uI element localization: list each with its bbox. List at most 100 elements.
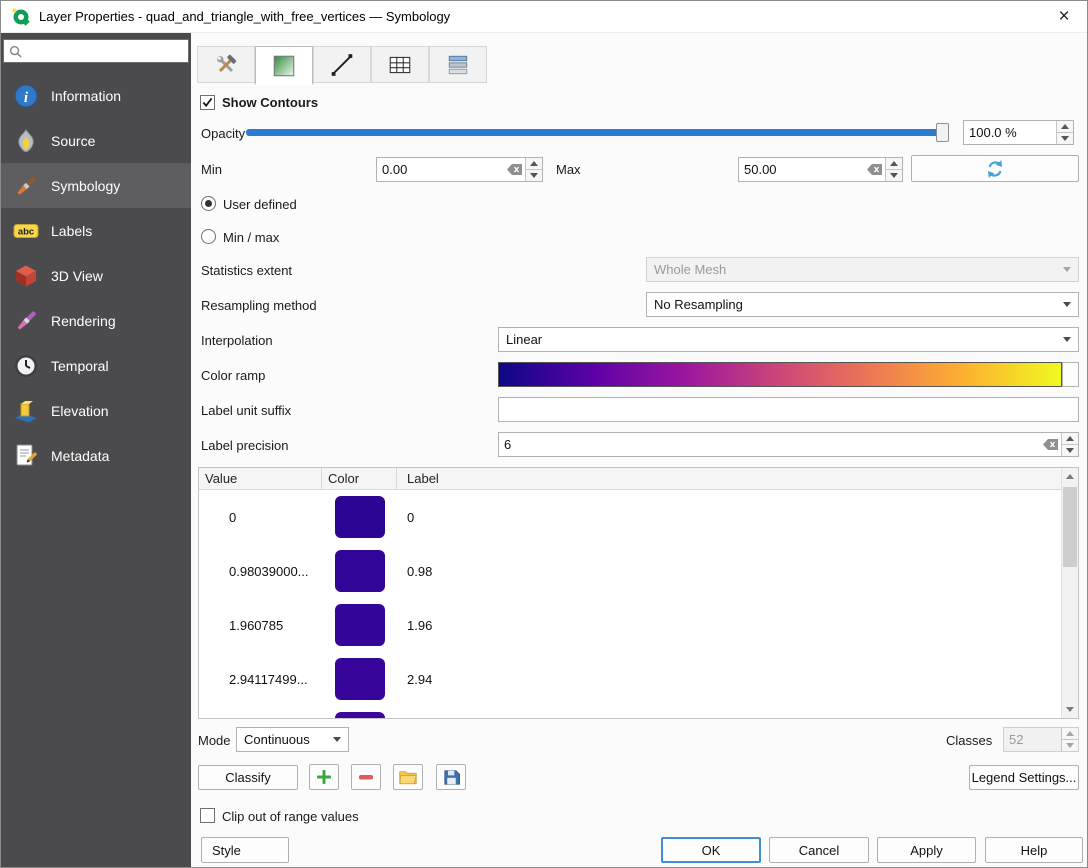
title-bar: Layer Properties - quad_and_triangle_wit… xyxy=(1,1,1087,33)
table-scrollbar[interactable] xyxy=(1061,468,1078,718)
tab-contours[interactable] xyxy=(255,46,313,85)
sidebar-item-labels[interactable]: abc Labels xyxy=(1,208,191,253)
interpolation-combo[interactable]: Linear xyxy=(498,327,1079,352)
sidebar: i Information Source xyxy=(1,33,191,868)
sidebar-item-elevation[interactable]: Elevation xyxy=(1,388,191,433)
minus-icon xyxy=(358,769,374,785)
clip-out-of-range-checkbox[interactable] xyxy=(200,808,215,823)
legend-settings-button[interactable]: Legend Settings... xyxy=(969,765,1079,790)
classify-button[interactable]: Classify xyxy=(198,765,298,790)
table-row[interactable]: 0.98039000... 0.98 xyxy=(199,544,1061,598)
sidebar-item-information[interactable]: i Information xyxy=(1,73,191,118)
show-contours-checkbox[interactable] xyxy=(200,95,215,110)
save-classes-button[interactable] xyxy=(436,764,466,790)
label-unit-suffix-field[interactable] xyxy=(498,397,1079,422)
label-precision-field[interactable] xyxy=(498,432,1079,457)
column-header-value[interactable]: Value xyxy=(199,468,322,489)
spin-down-icon[interactable] xyxy=(526,169,542,181)
min-max-radio[interactable] xyxy=(201,229,216,244)
help-button[interactable]: Help xyxy=(985,837,1083,863)
statistics-extent-label: Statistics extent xyxy=(201,263,292,278)
load-classes-button[interactable] xyxy=(393,764,423,790)
row-value[interactable]: 2.94117499... xyxy=(199,672,322,687)
spin-up-icon[interactable] xyxy=(1057,121,1073,132)
row-label[interactable]: 0.98 xyxy=(397,564,1061,579)
color-swatch[interactable] xyxy=(335,496,385,538)
min-input[interactable] xyxy=(377,162,506,177)
color-ramp-menu-button[interactable] xyxy=(1062,362,1079,387)
sidebar-item-rendering[interactable]: Rendering xyxy=(1,298,191,343)
color-swatch[interactable] xyxy=(335,712,385,718)
spin-down-icon[interactable] xyxy=(1057,132,1073,144)
table-row-partial[interactable] xyxy=(199,706,1061,718)
row-value[interactable]: 0 xyxy=(199,510,322,525)
table-row[interactable]: 2.94117499... 2.94 xyxy=(199,652,1061,706)
clear-precision-icon[interactable] xyxy=(1042,438,1059,451)
row-label[interactable]: 2.94 xyxy=(397,672,1061,687)
row-label[interactable]: 1.96 xyxy=(397,618,1061,633)
column-header-label[interactable]: Label xyxy=(397,468,1061,489)
sidebar-item-metadata[interactable]: Metadata xyxy=(1,433,191,478)
color-ramp-preview[interactable] xyxy=(498,362,1062,387)
add-class-button[interactable] xyxy=(309,764,339,790)
color-swatch[interactable] xyxy=(335,550,385,592)
apply-button[interactable]: Apply xyxy=(877,837,976,863)
clear-max-icon[interactable] xyxy=(866,163,883,176)
scroll-down-icon[interactable] xyxy=(1062,701,1078,718)
spin-down-icon[interactable] xyxy=(886,169,902,181)
min-field[interactable] xyxy=(376,157,543,182)
opacity-input[interactable] xyxy=(964,125,1056,140)
sidebar-item-symbology[interactable]: Symbology xyxy=(1,163,191,208)
spin-up-icon[interactable] xyxy=(886,158,902,169)
spin-down-icon[interactable] xyxy=(1062,444,1078,456)
scrollbar-thumb[interactable] xyxy=(1063,487,1077,567)
tab-mesh-frame[interactable] xyxy=(371,46,429,83)
tab-vectors[interactable] xyxy=(313,46,371,83)
resampling-method-combo[interactable]: No Resampling xyxy=(646,292,1079,317)
cancel-button[interactable]: Cancel xyxy=(769,837,869,863)
label-unit-suffix-input[interactable] xyxy=(499,402,1078,417)
clear-min-icon[interactable] xyxy=(506,163,523,176)
color-swatch[interactable] xyxy=(335,658,385,700)
sidebar-item-label: Rendering xyxy=(51,313,116,329)
save-icon xyxy=(443,769,460,786)
resampling-method-value: No Resampling xyxy=(654,297,743,312)
spin-up-icon[interactable] xyxy=(526,158,542,169)
scroll-up-icon[interactable] xyxy=(1062,468,1078,485)
remove-class-button[interactable] xyxy=(351,764,381,790)
max-input[interactable] xyxy=(739,162,866,177)
opacity-slider[interactable] xyxy=(246,129,949,136)
ok-button[interactable]: OK xyxy=(661,837,761,863)
sidebar-item-temporal[interactable]: Temporal xyxy=(1,343,191,388)
clip-out-of-range-label: Clip out of range values xyxy=(222,809,359,824)
column-header-color[interactable]: Color xyxy=(322,468,397,489)
table-row[interactable]: 1.960785 1.96 xyxy=(199,598,1061,652)
mode-combo[interactable]: Continuous xyxy=(236,727,349,752)
style-menu-button[interactable]: Style xyxy=(201,837,289,863)
interpolation-value: Linear xyxy=(506,332,542,347)
max-field[interactable] xyxy=(738,157,903,182)
sidebar-item-label: Symbology xyxy=(51,178,120,194)
spin-up-icon[interactable] xyxy=(1062,433,1078,444)
classes-label: Classes xyxy=(946,733,992,748)
opacity-slider-handle[interactable] xyxy=(936,123,949,142)
sidebar-item-source[interactable]: Source xyxy=(1,118,191,163)
opacity-spinbox[interactable] xyxy=(963,120,1074,145)
row-value[interactable]: 1.960785 xyxy=(199,618,322,633)
tab-averaging[interactable] xyxy=(429,46,487,83)
reload-min-max-button[interactable] xyxy=(911,155,1079,182)
row-value[interactable]: 0.98039000... xyxy=(199,564,322,579)
label-unit-suffix-label: Label unit suffix xyxy=(201,403,291,418)
tab-general-settings[interactable] xyxy=(197,46,255,83)
label-precision-input[interactable] xyxy=(499,437,1042,452)
close-button[interactable]: × xyxy=(1041,1,1087,32)
user-defined-radio[interactable] xyxy=(201,196,216,211)
sidebar-item-3d-view[interactable]: 3D View xyxy=(1,253,191,298)
cancel-label: Cancel xyxy=(799,843,839,858)
classes-table: Value Color Label 0 0 0.98039000... 0.98… xyxy=(198,467,1079,719)
sidebar-search[interactable] xyxy=(3,39,189,63)
table-row[interactable]: 0 0 xyxy=(199,490,1061,544)
row-label[interactable]: 0 xyxy=(397,510,1061,525)
color-swatch[interactable] xyxy=(335,604,385,646)
search-input[interactable] xyxy=(27,44,183,58)
